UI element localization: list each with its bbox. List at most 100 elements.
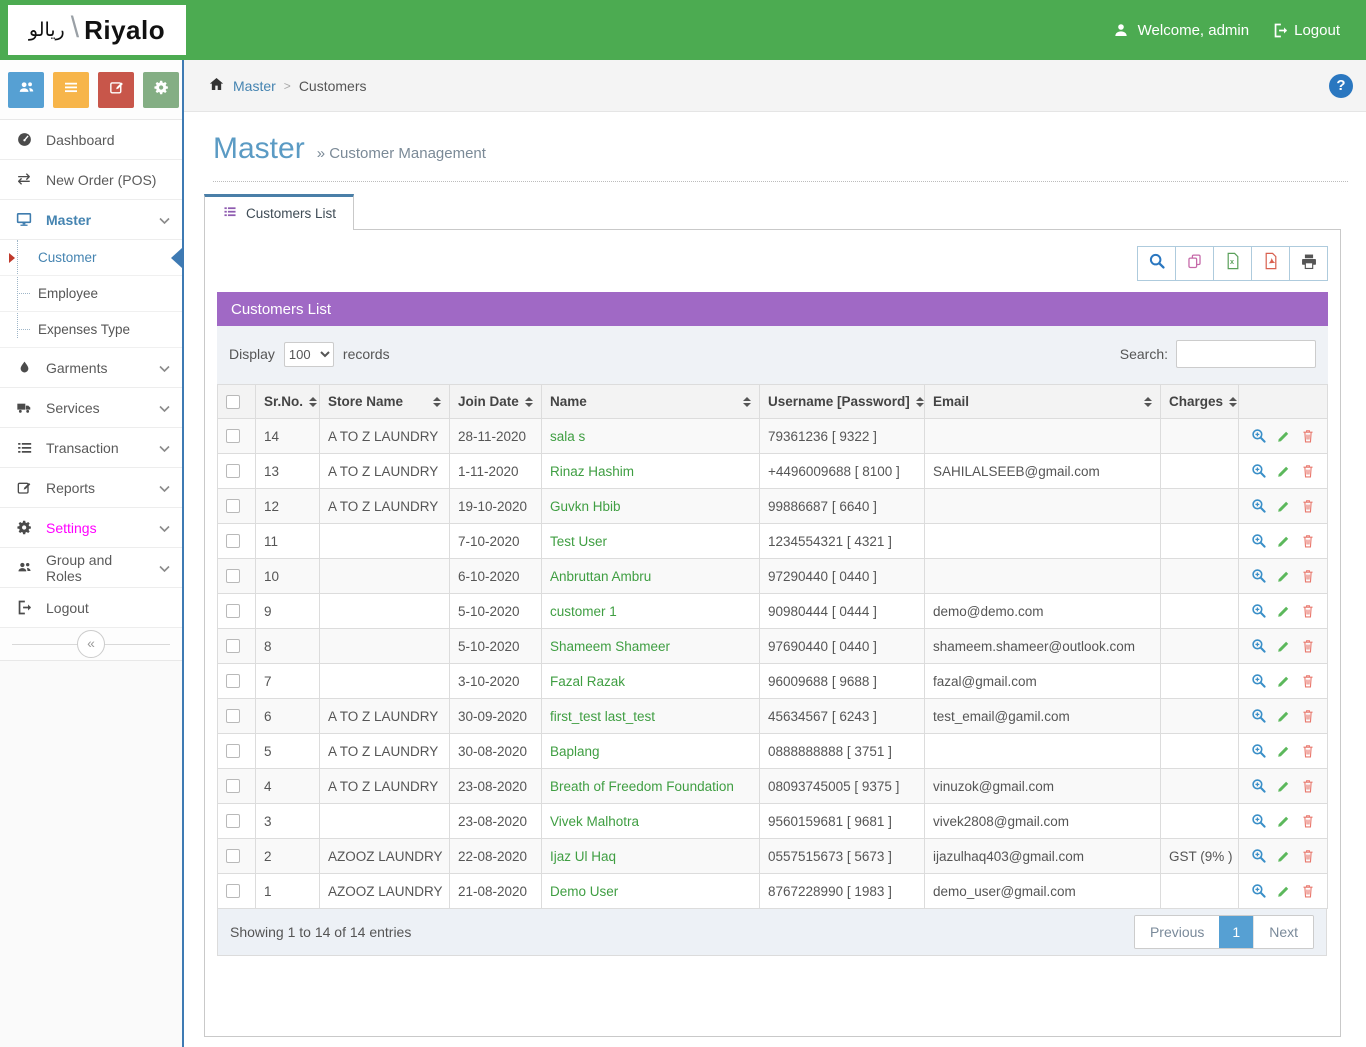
row-checkbox[interactable]: [226, 849, 240, 863]
toolbar-search-button[interactable]: [1137, 246, 1176, 281]
row-checkbox[interactable]: [226, 884, 240, 898]
col-header-join-date[interactable]: Join Date: [450, 385, 542, 419]
help-button[interactable]: ?: [1329, 74, 1353, 98]
search-input[interactable]: [1176, 340, 1316, 368]
delete-button[interactable]: [1301, 463, 1315, 479]
sidebar-item-services[interactable]: Services: [0, 388, 182, 428]
select-all-checkbox[interactable]: [226, 395, 240, 409]
sidebar-subitem-expenses-type[interactable]: Expenses Type: [0, 312, 182, 348]
sidebar-item-dashboard[interactable]: Dashboard: [0, 120, 182, 160]
row-checkbox[interactable]: [226, 499, 240, 513]
delete-button[interactable]: [1301, 778, 1315, 794]
delete-button[interactable]: [1301, 883, 1315, 899]
delete-button[interactable]: [1301, 848, 1315, 864]
col-header-srno[interactable]: Sr.No.: [256, 385, 320, 419]
view-zoom-button[interactable]: [1251, 428, 1267, 444]
next-page-button[interactable]: Next: [1253, 916, 1313, 948]
edit-button[interactable]: [1277, 744, 1291, 758]
view-zoom-button[interactable]: [1251, 883, 1267, 899]
row-checkbox[interactable]: [226, 709, 240, 723]
edit-button[interactable]: [1277, 429, 1291, 443]
delete-button[interactable]: [1301, 498, 1315, 514]
cell-customer-name[interactable]: Demo User: [542, 874, 760, 909]
sidebar-subitem-customer[interactable]: Customer: [0, 240, 182, 276]
edit-button[interactable]: [1277, 779, 1291, 793]
delete-button[interactable]: [1301, 568, 1315, 584]
cell-customer-name[interactable]: Breath of Freedom Foundation: [542, 769, 760, 804]
quick-gear-button[interactable]: [143, 72, 179, 108]
view-zoom-button[interactable]: [1251, 603, 1267, 619]
edit-button[interactable]: [1277, 569, 1291, 583]
cell-customer-name[interactable]: Baplang: [542, 734, 760, 769]
view-zoom-button[interactable]: [1251, 743, 1267, 759]
home-icon[interactable]: [208, 76, 225, 95]
view-zoom-button[interactable]: [1251, 813, 1267, 829]
sidebar-item-new-order-pos[interactable]: ⇄ New Order (POS): [0, 160, 182, 200]
tab-customers-list[interactable]: Customers List: [204, 194, 354, 230]
cell-customer-name[interactable]: Fazal Razak: [542, 664, 760, 699]
edit-button[interactable]: [1277, 534, 1291, 548]
toolbar-excel-button[interactable]: x: [1213, 246, 1252, 281]
toolbar-copy-button[interactable]: [1175, 246, 1214, 281]
cell-customer-name[interactable]: Rinaz Hashim: [542, 454, 760, 489]
cell-customer-name[interactable]: Guvkn Hbib: [542, 489, 760, 524]
previous-page-button[interactable]: Previous: [1135, 916, 1219, 948]
cell-customer-name[interactable]: Test User: [542, 524, 760, 559]
edit-button[interactable]: [1277, 674, 1291, 688]
edit-button[interactable]: [1277, 814, 1291, 828]
toolbar-pdf-button[interactable]: [1251, 246, 1290, 281]
sidebar-item-reports[interactable]: Reports: [0, 468, 182, 508]
row-checkbox[interactable]: [226, 814, 240, 828]
toolbar-print-button[interactable]: [1289, 246, 1328, 281]
edit-button[interactable]: [1277, 639, 1291, 653]
view-zoom-button[interactable]: [1251, 498, 1267, 514]
sidebar-item-logout[interactable]: Logout: [0, 588, 182, 628]
row-checkbox[interactable]: [226, 639, 240, 653]
delete-button[interactable]: [1301, 673, 1315, 689]
sidebar-collapse-button[interactable]: «: [77, 630, 105, 658]
row-checkbox[interactable]: [226, 779, 240, 793]
cell-customer-name[interactable]: sala s: [542, 419, 760, 454]
col-header-store-name[interactable]: Store Name: [320, 385, 450, 419]
row-checkbox[interactable]: [226, 744, 240, 758]
logout-link[interactable]: Logout: [1272, 22, 1340, 39]
delete-button[interactable]: [1301, 708, 1315, 724]
sidebar-item-master[interactable]: Master: [0, 200, 182, 240]
edit-button[interactable]: [1277, 884, 1291, 898]
view-zoom-button[interactable]: [1251, 638, 1267, 654]
row-checkbox[interactable]: [226, 464, 240, 478]
breadcrumb-master-link[interactable]: Master: [233, 78, 276, 94]
edit-button[interactable]: [1277, 499, 1291, 513]
row-checkbox[interactable]: [226, 604, 240, 618]
edit-button[interactable]: [1277, 604, 1291, 618]
col-header-username[interactable]: Username [Password]: [760, 385, 925, 419]
quick-list-button[interactable]: [53, 72, 89, 108]
quick-edit-button[interactable]: [98, 72, 134, 108]
view-zoom-button[interactable]: [1251, 708, 1267, 724]
sidebar-item-settings[interactable]: Settings: [0, 508, 182, 548]
delete-button[interactable]: [1301, 603, 1315, 619]
view-zoom-button[interactable]: [1251, 568, 1267, 584]
sidebar-subitem-employee[interactable]: Employee: [0, 276, 182, 312]
view-zoom-button[interactable]: [1251, 778, 1267, 794]
quick-users-button[interactable]: [8, 72, 44, 108]
col-header-charges[interactable]: Charges: [1161, 385, 1239, 419]
row-checkbox[interactable]: [226, 674, 240, 688]
delete-button[interactable]: [1301, 638, 1315, 654]
app-logo[interactable]: ريالو \ Riyalo: [8, 5, 186, 55]
row-checkbox[interactable]: [226, 534, 240, 548]
cell-customer-name[interactable]: Vivek Malhotra: [542, 804, 760, 839]
cell-customer-name[interactable]: Anbruttan Ambru: [542, 559, 760, 594]
edit-button[interactable]: [1277, 849, 1291, 863]
page-size-select[interactable]: 100: [284, 342, 334, 367]
row-checkbox[interactable]: [226, 569, 240, 583]
delete-button[interactable]: [1301, 428, 1315, 444]
row-checkbox[interactable]: [226, 429, 240, 443]
delete-button[interactable]: [1301, 813, 1315, 829]
delete-button[interactable]: [1301, 533, 1315, 549]
delete-button[interactable]: [1301, 743, 1315, 759]
sidebar-item-group-and-roles[interactable]: Group and Roles: [0, 548, 182, 588]
cell-customer-name[interactable]: first_test last_test: [542, 699, 760, 734]
cell-customer-name[interactable]: Shameem Shameer: [542, 629, 760, 664]
edit-button[interactable]: [1277, 464, 1291, 478]
